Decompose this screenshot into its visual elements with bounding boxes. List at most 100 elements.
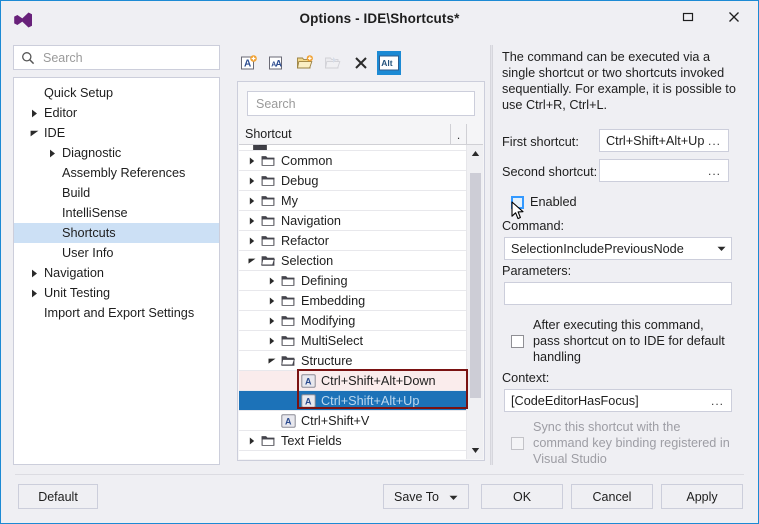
nav-search-input[interactable] — [35, 46, 219, 69]
search-icon — [21, 51, 35, 65]
chevron-right-icon[interactable] — [265, 317, 279, 325]
chevron-right-icon[interactable] — [245, 197, 259, 205]
enabled-checkbox-row[interactable]: Enabled — [511, 195, 577, 209]
command-value: SelectionIncludePreviousNode — [511, 241, 684, 256]
pane-splitter[interactable] — [490, 45, 493, 465]
tree-row[interactable]: Selection — [239, 251, 468, 271]
tree-row[interactable]: Refactor — [239, 231, 468, 251]
first-shortcut-browse-button[interactable]: ... — [708, 134, 728, 148]
column-header-secondary[interactable]: . — [451, 124, 467, 144]
chevron-right-icon[interactable] — [26, 103, 42, 123]
first-shortcut-input[interactable]: Ctrl+Shift+Alt+Up ... — [599, 129, 729, 152]
tree-row[interactable]: A Ctrl+Shift+V — [239, 411, 468, 431]
context-value: [CodeEditorHasFocus] — [511, 393, 639, 408]
open-folder-icon[interactable] — [293, 51, 317, 75]
scroll-down-arrow-icon[interactable] — [467, 442, 484, 459]
tree-row-label: Debug — [281, 173, 319, 188]
shortcuts-tree-container: Shortcut . Common Debug My Navigation Refact… — [237, 81, 485, 461]
chevron-right-icon[interactable] — [26, 263, 42, 283]
scrollbar-thumb[interactable] — [470, 173, 481, 398]
close-icon[interactable] — [711, 1, 757, 32]
context-input[interactable]: [CodeEditorHasFocus] ... — [504, 389, 732, 412]
first-shortcut-value: Ctrl+Shift+Alt+Up — [606, 133, 705, 148]
tree-row-label: My — [281, 193, 298, 208]
chevron-right-icon[interactable] — [245, 437, 259, 445]
chevron-right-icon[interactable] — [245, 177, 259, 185]
pass-shortcut-checkbox[interactable] — [511, 334, 524, 348]
chevron-right-icon[interactable] — [265, 297, 279, 305]
default-button[interactable]: Default — [18, 484, 98, 509]
maximize-icon[interactable] — [665, 1, 711, 32]
chevron-down-icon[interactable] — [711, 246, 731, 252]
chevron-right-icon[interactable] — [245, 217, 259, 225]
sidebar-item-user-info[interactable]: User Info — [14, 243, 219, 263]
chevron-right-icon[interactable] — [26, 283, 42, 303]
sidebar-item-label: IntelliSense — [62, 206, 128, 220]
nav-search-box[interactable] — [13, 45, 220, 70]
command-combobox[interactable]: SelectionIncludePreviousNode — [504, 237, 732, 260]
chevron-right-icon[interactable] — [245, 157, 259, 165]
tree-row[interactable]: Structure — [239, 351, 468, 371]
add-shortcut-icon[interactable]: A — [237, 51, 261, 75]
cancel-button[interactable]: Cancel — [571, 484, 653, 509]
chevron-right-icon[interactable] — [265, 277, 279, 285]
apply-button[interactable]: Apply — [661, 484, 743, 509]
alt-toggle-icon[interactable]: Alt — [377, 51, 401, 75]
tree-row[interactable]: My — [239, 191, 468, 211]
shortcut-search-input[interactable] — [248, 92, 474, 115]
scroll-up-arrow-icon[interactable] — [467, 145, 484, 162]
parameters-input[interactable] — [504, 282, 732, 305]
context-browse-button[interactable]: ... — [711, 394, 731, 408]
ok-button[interactable]: OK — [481, 484, 563, 509]
shortcut-tree[interactable]: Common Debug My Navigation Refactor Selection… — [239, 145, 468, 459]
chevron-down-icon[interactable] — [26, 123, 42, 143]
sidebar-item-editor[interactable]: Editor — [14, 103, 219, 123]
pass-on-checkbox-row[interactable]: After executing this command, pass short… — [511, 317, 741, 365]
nav-tree[interactable]: Quick Setup Editor IDE Diagnostic Assembly R… — [13, 77, 220, 465]
first-shortcut-label: First shortcut: — [502, 135, 579, 149]
chevron-down-icon[interactable] — [265, 358, 279, 364]
chevron-right-icon[interactable] — [265, 337, 279, 345]
shortcut-details-pane: The command can be executed via a single… — [500, 49, 750, 466]
save-to-button[interactable]: Save To — [383, 484, 469, 509]
tree-row[interactable]: A Ctrl+Shift+Alt+Up — [239, 391, 468, 411]
chevron-down-icon[interactable] — [245, 258, 259, 264]
tree-row[interactable]: Debug — [239, 171, 468, 191]
tree-row[interactable]: Modifying — [239, 311, 468, 331]
sidebar-item-import-and-export-settings[interactable]: Import and Export Settings — [14, 303, 219, 323]
sidebar-item-assembly-references[interactable]: Assembly References — [14, 163, 219, 183]
sidebar-item-build[interactable]: Build — [14, 183, 219, 203]
enabled-checkbox[interactable] — [511, 195, 524, 209]
tree-row[interactable]: Navigation — [239, 211, 468, 231]
sidebar-item-shortcuts[interactable]: Shortcuts — [14, 223, 219, 243]
tree-row-label: Navigation — [281, 213, 341, 228]
second-shortcut-input[interactable]: ... — [599, 159, 729, 182]
sidebar-item-ide[interactable]: IDE — [14, 123, 219, 143]
sidebar-item-intellisense[interactable]: IntelliSense — [14, 203, 219, 223]
tree-scrollbar[interactable] — [466, 145, 483, 459]
sidebar-item-diagnostic[interactable]: Diagnostic — [14, 143, 219, 163]
shortcut-search-box[interactable] — [247, 91, 475, 116]
sidebar-item-label: Quick Setup — [44, 86, 114, 100]
chevron-right-icon[interactable] — [245, 237, 259, 245]
tree-row[interactable]: Embedding — [239, 291, 468, 311]
tree-row[interactable]: A Ctrl+Shift+Alt+Down — [239, 371, 468, 391]
chevron-right-icon[interactable] — [44, 143, 60, 163]
save-to-label: Save To — [394, 489, 439, 504]
second-shortcut-browse-button[interactable]: ... — [708, 164, 728, 178]
svg-text:A: A — [305, 396, 312, 406]
tree-row[interactable]: Common — [239, 151, 468, 171]
tree-row[interactable]: MultiSelect — [239, 331, 468, 351]
sidebar-item-quick-setup[interactable]: Quick Setup — [14, 83, 219, 103]
chevron-down-icon[interactable] — [449, 490, 458, 504]
no-expander — [44, 223, 60, 243]
tree-row[interactable]: Text Fields — [239, 431, 468, 451]
delete-icon[interactable] — [349, 51, 373, 75]
shortcuts-pane: A A A Alt Search Shortcut . Common Debug… — [229, 45, 485, 465]
tree-row[interactable]: Defining — [239, 271, 468, 291]
sidebar-item-navigation[interactable]: Navigation — [14, 263, 219, 283]
folder-icon — [259, 155, 277, 167]
column-header-shortcut[interactable]: Shortcut — [239, 124, 451, 144]
sidebar-item-unit-testing[interactable]: Unit Testing — [14, 283, 219, 303]
add-folder-icon[interactable]: A A — [265, 51, 289, 75]
